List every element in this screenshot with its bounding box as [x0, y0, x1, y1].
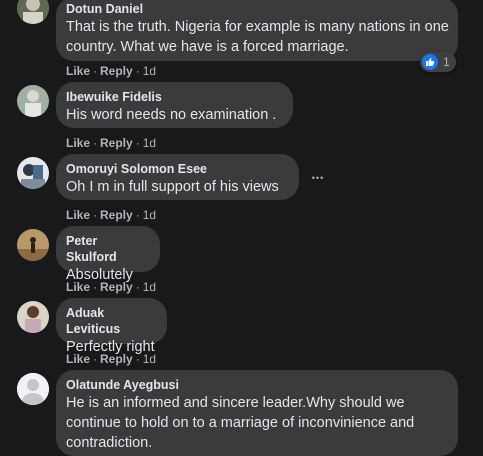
- comment-bubble: Aduak Leviticus Perfectly right: [56, 298, 167, 355]
- reaction-summary[interactable]: 1: [420, 52, 456, 72]
- comment-bubble: Ibewuike Fidelis His word needs no exami…: [56, 82, 293, 128]
- separator: ·: [93, 64, 98, 78]
- like-link[interactable]: Like: [66, 280, 90, 294]
- separator: ·: [135, 64, 140, 78]
- timestamp[interactable]: 1d: [143, 64, 156, 78]
- comment-bubble: Omoruyi Solomon Esee Oh I m in full supp…: [56, 154, 299, 200]
- comment-actions: Like · Reply · 1d: [66, 207, 156, 223]
- comment-actions: Like · Reply · 1d: [66, 351, 156, 367]
- comment-author[interactable]: Dotun Daniel: [66, 1, 446, 17]
- reply-link[interactable]: Reply: [100, 352, 133, 366]
- comment-bubble: Dotun Daniel That is the truth. Nigeria …: [56, 0, 458, 61]
- avatar[interactable]: [17, 229, 49, 261]
- like-link[interactable]: Like: [66, 136, 90, 150]
- timestamp[interactable]: 1d: [143, 136, 156, 150]
- comment-text: He is an informed and sincere leader.Why…: [66, 395, 415, 451]
- separator: ·: [93, 352, 98, 366]
- timestamp[interactable]: 1d: [143, 208, 156, 222]
- reply-link[interactable]: Reply: [100, 136, 133, 150]
- reply-link[interactable]: Reply: [100, 208, 133, 222]
- avatar[interactable]: [17, 373, 49, 405]
- comment-text: His word needs no examination .: [66, 107, 277, 123]
- comment-author[interactable]: Omoruyi Solomon Esee: [66, 161, 287, 177]
- separator: ·: [93, 136, 98, 150]
- reaction-count: 1: [443, 55, 450, 69]
- comment-author[interactable]: Ibewuike Fidelis: [66, 89, 281, 105]
- comment-author[interactable]: Peter Skulford: [66, 233, 148, 265]
- reply-link[interactable]: Reply: [100, 64, 133, 78]
- comment-actions: Like · Reply · 1d: [66, 63, 156, 79]
- comment-bubble: Olatunde Ayegbusi He is an informed and …: [56, 370, 458, 456]
- comment-bubble: Peter Skulford Absolutely: [56, 226, 160, 283]
- more-options-button[interactable]: •••: [304, 164, 332, 192]
- comment-text: Oh I m in full support of his views: [66, 179, 279, 195]
- separator: ·: [135, 280, 140, 294]
- like-reaction-icon: [422, 54, 438, 70]
- avatar[interactable]: [17, 85, 49, 117]
- separator: ·: [135, 208, 140, 222]
- like-link[interactable]: Like: [66, 64, 90, 78]
- comment-author[interactable]: Aduak Leviticus: [66, 305, 155, 337]
- reply-link[interactable]: Reply: [100, 280, 133, 294]
- separator: ·: [135, 352, 140, 366]
- timestamp[interactable]: 1d: [143, 280, 156, 294]
- comment-actions: Like · Reply · 1d: [66, 279, 156, 295]
- like-link[interactable]: Like: [66, 208, 90, 222]
- comment-author[interactable]: Olatunde Ayegbusi: [66, 377, 446, 393]
- separator: ·: [135, 136, 140, 150]
- avatar[interactable]: [17, 157, 49, 189]
- timestamp[interactable]: 1d: [143, 352, 156, 366]
- comment-text: That is the truth. Nigeria for example i…: [66, 19, 449, 55]
- like-link[interactable]: Like: [66, 352, 90, 366]
- avatar[interactable]: [17, 301, 49, 333]
- separator: ·: [93, 208, 98, 222]
- comment-actions: Like · Reply · 1d: [66, 135, 156, 151]
- separator: ·: [93, 280, 98, 294]
- avatar[interactable]: [17, 0, 49, 24]
